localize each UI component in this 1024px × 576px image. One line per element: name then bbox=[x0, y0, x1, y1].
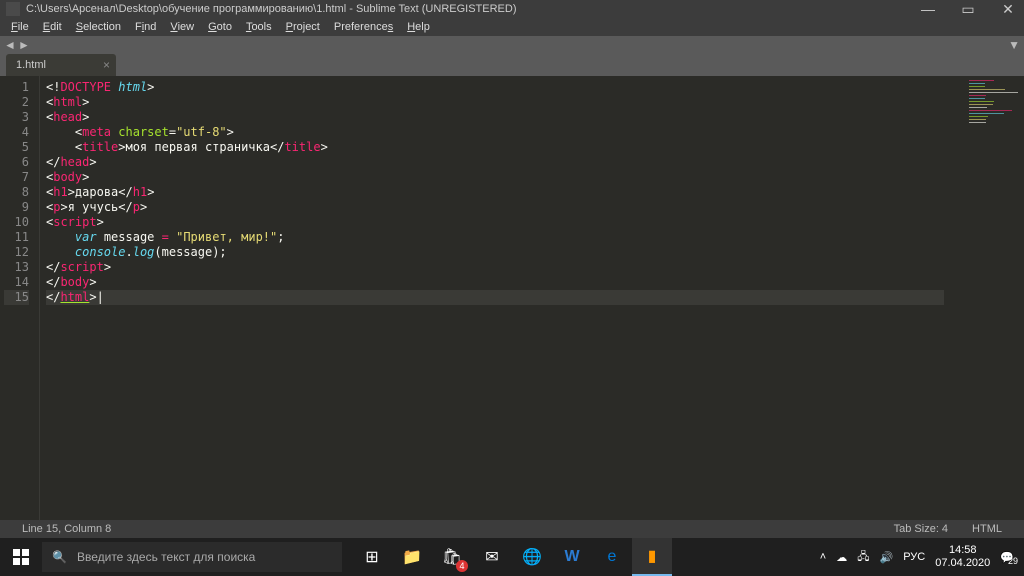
tray-onedrive-icon[interactable]: ☁ bbox=[836, 551, 847, 564]
tray-network-icon[interactable]: 🖧 bbox=[857, 548, 869, 567]
maximize-button[interactable]: ▭ bbox=[958, 1, 978, 18]
taskbar: 🔍 Введите здесь текст для поиска ⊞ 📁 🛍 ✉… bbox=[0, 538, 1024, 576]
menu-file[interactable]: File bbox=[6, 21, 34, 33]
minimap[interactable] bbox=[944, 76, 1024, 520]
editor: 123456789101112131415 <!DOCTYPE html><ht… bbox=[0, 76, 1024, 520]
taskbar-apps: ⊞ 📁 🛍 ✉ 🌐 W e ▮ bbox=[352, 538, 672, 576]
menu-view[interactable]: View bbox=[165, 21, 199, 33]
status-position[interactable]: Line 15, Column 8 bbox=[10, 523, 123, 535]
gutter: 123456789101112131415 bbox=[0, 76, 40, 520]
panel-switch-icon[interactable]: ▼ bbox=[1008, 38, 1020, 52]
minimap-content bbox=[969, 80, 1018, 125]
tray-clock[interactable]: 14:58 07.04.2020 bbox=[935, 544, 990, 570]
tray-chevron-icon[interactable]: ˄ bbox=[820, 551, 826, 563]
minimize-button[interactable]: ― bbox=[918, 1, 938, 18]
search-icon: 🔍 bbox=[52, 550, 67, 564]
taskbar-search[interactable]: 🔍 Введите здесь текст для поиска bbox=[42, 542, 342, 572]
tray-language[interactable]: РУС bbox=[903, 551, 925, 563]
tray-date: 07.04.2020 bbox=[935, 557, 990, 570]
edge-icon[interactable]: e bbox=[592, 538, 632, 576]
sublime-icon[interactable]: ▮ bbox=[632, 538, 672, 576]
app-icon bbox=[6, 2, 20, 16]
word-icon[interactable]: W bbox=[552, 538, 592, 576]
menu-selection[interactable]: Selection bbox=[71, 21, 126, 33]
store-icon[interactable]: 🛍 bbox=[432, 538, 472, 576]
tab-bar: 1.html × bbox=[0, 54, 1024, 76]
tab-close-icon[interactable]: × bbox=[103, 58, 110, 72]
tray-time: 14:58 bbox=[935, 544, 990, 557]
navigation-bar: ◄ ► ▼ bbox=[0, 36, 1024, 54]
taskview-icon[interactable]: ⊞ bbox=[352, 538, 392, 576]
windows-icon bbox=[13, 549, 29, 565]
tab-file-1[interactable]: 1.html × bbox=[6, 54, 116, 76]
search-placeholder: Введите здесь текст для поиска bbox=[77, 550, 255, 564]
window-title: C:\Users\Арсенал\Desktop\обучение програ… bbox=[26, 3, 918, 15]
start-button[interactable] bbox=[0, 538, 42, 576]
tab-label: 1.html bbox=[16, 59, 46, 71]
close-button[interactable]: ✕ bbox=[998, 1, 1018, 18]
tray-volume-icon[interactable]: 🔊 bbox=[880, 551, 894, 564]
nav-back-icon[interactable]: ◄ bbox=[4, 38, 16, 52]
menu-preferences[interactable]: Preferences bbox=[329, 21, 398, 33]
chrome-icon[interactable]: 🌐 bbox=[512, 538, 552, 576]
nav-forward-icon[interactable]: ► bbox=[18, 38, 30, 52]
statusbar: Line 15, Column 8 Tab Size: 4 HTML bbox=[0, 520, 1024, 538]
code-area[interactable]: <!DOCTYPE html><html><head> <meta charse… bbox=[40, 76, 944, 520]
window-controls: ― ▭ ✕ bbox=[918, 1, 1018, 18]
menubar: File Edit Selection Find View Goto Tools… bbox=[0, 18, 1024, 36]
status-language[interactable]: HTML bbox=[960, 523, 1014, 535]
menu-tools[interactable]: Tools bbox=[241, 21, 277, 33]
menu-goto[interactable]: Goto bbox=[203, 21, 237, 33]
menu-edit[interactable]: Edit bbox=[38, 21, 67, 33]
menu-help[interactable]: Help bbox=[402, 21, 435, 33]
system-tray: ˄ ☁ 🖧 🔊 РУС 14:58 07.04.2020 💬29 bbox=[810, 544, 1024, 570]
mail-icon[interactable]: ✉ bbox=[472, 538, 512, 576]
tray-notifications-icon[interactable]: 💬29 bbox=[1000, 551, 1014, 564]
menu-project[interactable]: Project bbox=[281, 21, 325, 33]
status-tabsize[interactable]: Tab Size: 4 bbox=[882, 523, 960, 535]
window-titlebar: C:\Users\Арсенал\Desktop\обучение програ… bbox=[0, 0, 1024, 18]
menu-find[interactable]: Find bbox=[130, 21, 161, 33]
explorer-icon[interactable]: 📁 bbox=[392, 538, 432, 576]
